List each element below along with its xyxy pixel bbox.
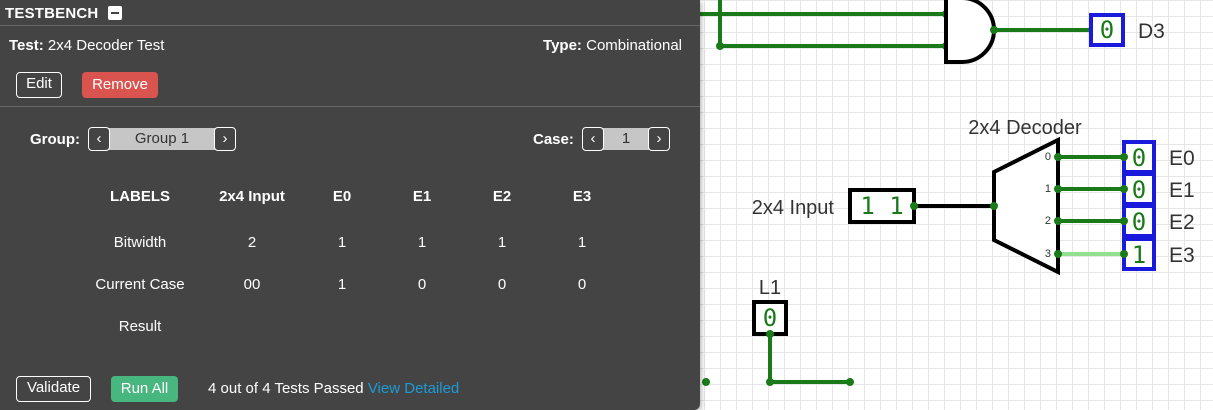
table-cell: 1 — [577, 234, 587, 251]
table-header: E3 — [572, 188, 592, 205]
test-name: 2x4 Decoder Test — [47, 37, 165, 54]
testbench-header: TESTBENCH — [0, 0, 700, 26]
case-label: Case: — [533, 131, 574, 148]
e0-output-value: 0 — [1132, 144, 1146, 172]
e2-output-value: 0 — [1132, 208, 1146, 236]
row-label: Current Case — [95, 276, 185, 293]
test-status: 4 out of 4 Tests Passed View Detailed — [208, 380, 459, 397]
decoder-port-label: 0 — [1045, 151, 1051, 163]
and-gate[interactable] — [944, 0, 996, 64]
case-prev-button[interactable]: ‹ — [582, 127, 604, 151]
case-value: 1 — [602, 128, 650, 150]
e3-label: E3 — [1169, 244, 1195, 267]
table-header: LABELS — [110, 188, 170, 205]
decoder-port-label: 1 — [1045, 183, 1051, 195]
d3-output-value: 0 — [1100, 16, 1114, 44]
row-label: Result — [118, 318, 162, 335]
table-cell: 2 — [247, 234, 257, 251]
e0-label: E0 — [1169, 147, 1195, 170]
testbench-title: TESTBENCH — [5, 5, 99, 22]
wire-node — [990, 202, 998, 210]
row-label: Bitwidth — [113, 234, 167, 251]
table-cell: 0 — [577, 276, 587, 293]
validate-button[interactable]: Validate — [16, 376, 91, 402]
group-label: Group: — [30, 131, 80, 148]
type-info: Type: Combinational — [543, 37, 682, 54]
wire-node — [1120, 185, 1128, 193]
wire-node — [1054, 250, 1062, 258]
l1-value: 0 — [763, 304, 777, 332]
test-info: Test: 2x4 Decoder Test — [9, 37, 164, 54]
wire-node — [702, 378, 710, 386]
decoder-port-label: 2 — [1045, 215, 1051, 227]
input-value: 1 1 — [860, 192, 903, 220]
wire-node — [1120, 250, 1128, 258]
d3-label: D3 — [1138, 20, 1165, 43]
testbench-panel: TESTBENCH Test: 2x4 Decoder Test Type: C… — [0, 0, 700, 410]
case-selector: 1 ‹ › — [582, 127, 670, 151]
table-cell: 00 — [243, 276, 261, 293]
e2-label: E2 — [1169, 211, 1195, 234]
decoder-label: 2x4 Decoder — [968, 117, 1082, 139]
status-text: 4 out of 4 Tests Passed — [208, 380, 364, 397]
group-selector: Group 1 ‹ › — [88, 127, 236, 151]
edit-button[interactable]: Edit — [16, 72, 62, 98]
type-value: Combinational — [586, 37, 682, 54]
test-label: Test: — [9, 37, 44, 54]
wire-node — [846, 378, 854, 386]
wire-node — [1120, 217, 1128, 225]
table-header: 2x4 Input — [219, 188, 285, 205]
wire-node — [1054, 217, 1062, 225]
wire-node — [1054, 185, 1062, 193]
group-next-button[interactable]: › — [214, 127, 236, 151]
wire-node — [990, 26, 998, 34]
case-next-button[interactable]: › — [648, 127, 670, 151]
view-detailed-link[interactable]: View Detailed — [368, 380, 459, 397]
divider — [0, 106, 700, 107]
decoder-port-label: 3 — [1045, 248, 1051, 260]
type-label: Type: — [543, 37, 582, 54]
group-prev-button[interactable]: ‹ — [88, 127, 110, 151]
wire-node — [766, 378, 774, 386]
e1-output-value: 0 — [1132, 176, 1146, 204]
l1-label: L1 — [759, 277, 781, 299]
e3-output-value: 1 — [1132, 241, 1146, 269]
remove-button[interactable]: Remove — [82, 72, 158, 98]
run-all-button[interactable]: Run All — [111, 376, 178, 402]
wire-node — [910, 202, 918, 210]
wire-node — [1054, 153, 1062, 161]
wire-node — [716, 42, 724, 50]
minimize-icon[interactable] — [108, 6, 122, 20]
group-value: Group 1 — [108, 128, 216, 150]
input-label: 2x4 Input — [752, 197, 835, 219]
wire-node — [1120, 153, 1128, 161]
wire-node — [766, 330, 774, 338]
e1-label: E1 — [1169, 179, 1195, 202]
